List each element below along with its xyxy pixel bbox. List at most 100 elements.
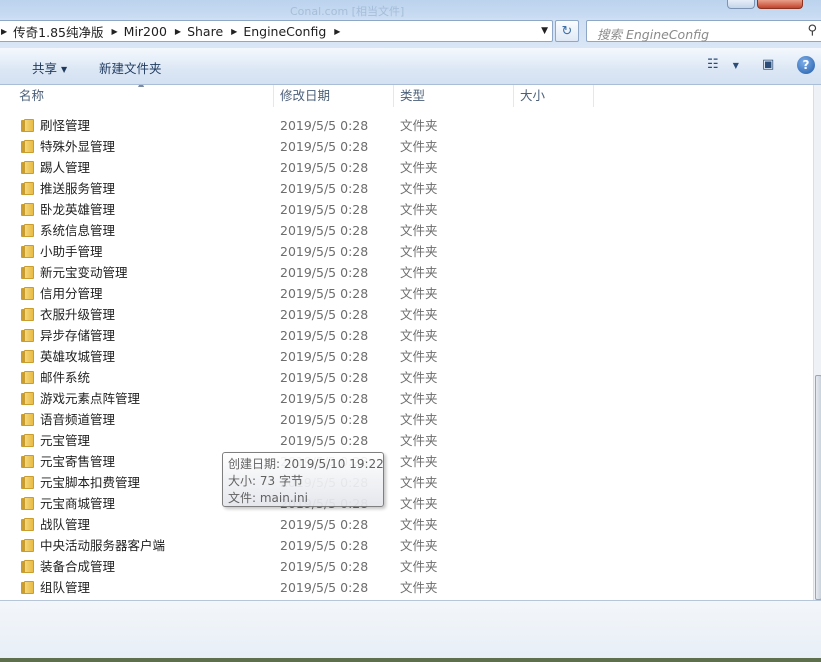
- file-row[interactable]: 踢人管理 2019/5/5 0:28 文件夹: [0, 157, 813, 178]
- file-type: 文件夹: [400, 286, 438, 301]
- file-row[interactable]: 组队管理 2019/5/5 0:28 文件夹: [0, 577, 813, 598]
- file-row[interactable]: 邮件系统 2019/5/5 0:28 文件夹: [0, 367, 813, 388]
- scrollbar-thumb[interactable]: [815, 375, 821, 600]
- file-name: 元宝脚本扣费管理: [40, 475, 141, 490]
- file-name: 特殊外显管理: [40, 139, 116, 154]
- file-modified: 2019/5/5 0:28: [280, 370, 369, 385]
- file-name: 信用分管理: [40, 286, 103, 301]
- chevron-down-icon: ▼: [732, 61, 739, 70]
- help-button[interactable]: ?: [797, 56, 815, 74]
- column-header-size[interactable]: 大小: [514, 85, 594, 107]
- file-row[interactable]: 衣服升级管理 2019/5/5 0:28 文件夹: [0, 304, 813, 325]
- file-name: 中央活动服务器客户端: [40, 538, 166, 553]
- details-pane: [0, 600, 821, 662]
- breadcrumb-item[interactable]: EngineConfig ▶: [239, 21, 342, 41]
- new-folder-button[interactable]: 新建文件夹: [99, 58, 162, 77]
- folder-icon: [21, 182, 34, 195]
- folder-icon: [21, 161, 34, 174]
- view-list-icon: ☷: [707, 57, 719, 72]
- file-name: 异步存储管理: [40, 328, 116, 343]
- file-modified: 2019/5/5 0:28: [280, 391, 369, 406]
- vertical-scrollbar[interactable]: [813, 85, 821, 600]
- file-row[interactable]: 刷怪管理 2019/5/5 0:28 文件夹: [0, 115, 813, 136]
- column-header-type[interactable]: 类型: [394, 85, 514, 107]
- file-name: 元宝管理: [40, 433, 91, 448]
- breadcrumb-label[interactable]: Mir200: [120, 24, 173, 39]
- folder-icon: [21, 140, 34, 153]
- preview-pane-button[interactable]: ▣: [762, 57, 774, 72]
- share-label: 共享: [32, 61, 58, 76]
- file-modified: 2019/5/5 0:28: [280, 349, 369, 364]
- file-row[interactable]: 装备合成管理 2019/5/5 0:28 文件夹: [0, 556, 813, 577]
- file-name: 组队管理: [40, 580, 91, 595]
- breadcrumb-lead: ▶: [0, 21, 9, 41]
- file-row[interactable]: 新元宝变动管理 2019/5/5 0:28 文件夹: [0, 262, 813, 283]
- chevron-right-icon[interactable]: ▶: [332, 27, 342, 36]
- file-modified: 2019/5/5 0:28: [280, 580, 369, 595]
- file-name: 邮件系统: [40, 370, 91, 385]
- window-title-bar: Conal.com [相当文件]: [0, 0, 821, 18]
- file-row[interactable]: 小助手管理 2019/5/5 0:28 文件夹: [0, 241, 813, 262]
- file-row[interactable]: 特殊外显管理 2019/5/5 0:28 文件夹: [0, 136, 813, 157]
- file-modified: 2019/5/5 0:28: [280, 265, 369, 280]
- view-options-button[interactable]: ☷ ▼: [707, 57, 739, 72]
- file-row[interactable]: 卧龙英雄管理 2019/5/5 0:28 文件夹: [0, 199, 813, 220]
- folder-icon: [21, 350, 34, 363]
- breadcrumb-label[interactable]: 传奇1.85纯净版: [9, 22, 109, 41]
- breadcrumb-item[interactable]: 传奇1.85纯净版 ▶: [9, 21, 120, 41]
- file-row[interactable]: 异步存储管理 2019/5/5 0:28 文件夹: [0, 325, 813, 346]
- folder-icon: [21, 371, 34, 384]
- breadcrumb-item[interactable]: Mir200 ▶: [120, 21, 183, 41]
- address-history-dropdown-icon[interactable]: ▼: [541, 26, 548, 36]
- column-header-name[interactable]: 名称: [13, 85, 274, 107]
- share-button[interactable]: 共享 ▼: [32, 58, 67, 77]
- file-modified: 2019/5/5 0:28: [280, 244, 369, 259]
- file-modified: 2019/5/5 0:28: [280, 118, 369, 133]
- file-list-pane[interactable]: 刷怪管理 2019/5/5 0:28 文件夹 特殊外显管理 2019/5/5 0:28 文…: [0, 85, 813, 600]
- file-type: 文件夹: [400, 370, 438, 385]
- file-row[interactable]: 信用分管理 2019/5/5 0:28 文件夹: [0, 283, 813, 304]
- file-name: 衣服升级管理: [40, 307, 116, 322]
- address-bar[interactable]: ▶ 传奇1.85纯净版 ▶ Mir200 ▶ Share ▶ EngineCon…: [0, 20, 553, 42]
- chevron-right-icon[interactable]: ▶: [110, 27, 120, 36]
- breadcrumb-item[interactable]: Share ▶: [183, 21, 239, 41]
- chevron-right-icon[interactable]: ▶: [229, 27, 239, 36]
- column-header-modified[interactable]: 修改日期: [274, 85, 394, 107]
- file-row[interactable]: 元宝管理 2019/5/5 0:28 文件夹: [0, 430, 813, 451]
- file-row[interactable]: 游戏元素点阵管理 2019/5/5 0:28 文件夹: [0, 388, 813, 409]
- preview-pane-icon: ▣: [762, 57, 775, 72]
- refresh-button[interactable]: ↻: [555, 20, 579, 42]
- refresh-icon: ↻: [561, 23, 573, 39]
- file-name: 系统信息管理: [40, 223, 116, 238]
- file-name: 游戏元素点阵管理: [40, 391, 141, 406]
- chevron-right-icon[interactable]: ▶: [173, 27, 183, 36]
- file-row[interactable]: 推送服务管理 2019/5/5 0:28 文件夹: [0, 178, 813, 199]
- breadcrumb-label[interactable]: Share: [183, 24, 229, 39]
- folder-icon: [21, 287, 34, 300]
- close-button[interactable]: [757, 0, 803, 9]
- file-modified: 2019/5/5 0:28: [280, 412, 369, 427]
- folder-icon: [21, 560, 34, 573]
- file-row[interactable]: 系统信息管理 2019/5/5 0:28 文件夹: [0, 220, 813, 241]
- file-name: 英雄攻城管理: [40, 349, 116, 364]
- file-row[interactable]: 元宝寄售管理2019/5/5 0:28文件夹: [0, 451, 813, 472]
- file-row[interactable]: 元宝脚本扣费管理2019/5/5 0:28文件夹: [0, 472, 813, 493]
- file-row[interactable]: 战队管理 2019/5/5 0:28 文件夹: [0, 514, 813, 535]
- file-row[interactable]: 中央活动服务器客户端 2019/5/5 0:28 文件夹: [0, 535, 813, 556]
- file-modified: 2019/5/5 0:28: [280, 517, 369, 532]
- chevron-right-icon[interactable]: ▶: [0, 27, 9, 36]
- file-name: 元宝商城管理: [40, 496, 116, 511]
- folder-icon: [21, 581, 34, 594]
- command-bar: 共享 ▼ 新建文件夹 ☷ ▼ ▣ ?: [0, 48, 821, 85]
- maximize-button[interactable]: [727, 0, 755, 9]
- file-row[interactable]: 英雄攻城管理 2019/5/5 0:28 文件夹: [0, 346, 813, 367]
- search-icon[interactable]: ⚲: [807, 23, 817, 38]
- search-input[interactable]: 搜索 EngineConfig ⚲: [586, 20, 821, 42]
- tooltip-file: 文件: main.ini: [228, 491, 308, 505]
- file-row[interactable]: 语音频道管理 2019/5/5 0:28 文件夹: [0, 409, 813, 430]
- file-type: 文件夹: [400, 475, 438, 490]
- file-type: 文件夹: [400, 244, 438, 259]
- breadcrumb-label[interactable]: EngineConfig: [239, 24, 332, 39]
- file-row[interactable]: 元宝商城管理2019/5/5 0:28文件夹: [0, 493, 813, 514]
- file-type: 文件夹: [400, 391, 438, 406]
